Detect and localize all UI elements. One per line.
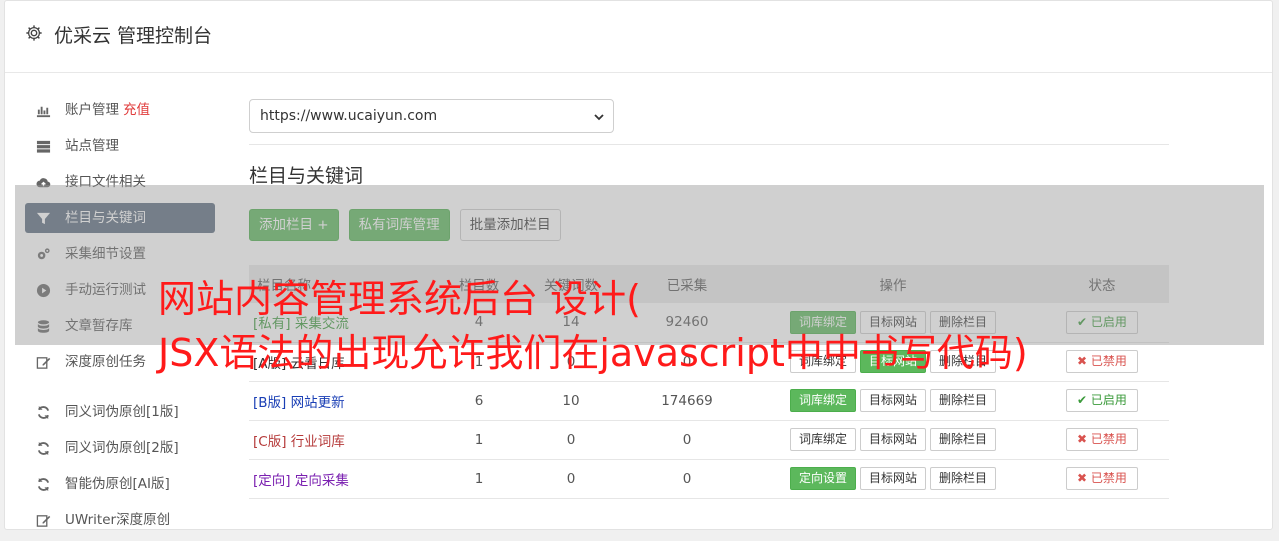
refresh-icon <box>37 477 50 492</box>
sidebar-item-uwriter[interactable]: UWriter深度原创 <box>25 505 215 535</box>
check-icon: ✔ <box>1077 393 1091 407</box>
column-count: 1 <box>439 459 519 499</box>
column-name-cell[interactable]: [定向] 定向采集 <box>249 459 439 499</box>
target-site-button[interactable]: 目标网站 <box>859 467 926 490</box>
actions-cell: 词库绑定 目标网站 删除栏目 <box>751 381 1035 421</box>
collected-count: 174669 <box>623 381 751 421</box>
sidebar-item-label: 站点管理 <box>65 138 119 154</box>
site-select[interactable]: https://www.ucaiyun.com <box>249 99 614 133</box>
bind-lib-button[interactable]: 词库绑定 <box>789 389 856 412</box>
recharge-link[interactable]: 充值 <box>123 102 150 118</box>
section-title: 栏目与关键词 <box>249 165 364 187</box>
sidebar-item-label: 智能伪原创[AI版] <box>65 476 170 492</box>
target-site-button[interactable]: 目标网站 <box>859 389 926 412</box>
sidebar-item-sites[interactable]: 站点管理 <box>25 131 215 161</box>
status-cell: ✔ 已启用 <box>1035 381 1169 421</box>
column-name: 行业词库 <box>290 433 345 450</box>
keyword-count[interactable]: 0 <box>519 420 623 460</box>
sidebar-item-ai-rewrite[interactable]: 智能伪原创[AI版] <box>25 469 215 499</box>
gear-icon <box>26 25 42 41</box>
sidebar-item-label: UWriter深度原创 <box>65 512 171 528</box>
column-name-cell[interactable]: [C版] 行业词库 <box>249 420 439 460</box>
target-site-button[interactable]: 目标网站 <box>859 428 926 451</box>
sidebar-item-synonym-v2[interactable]: 同义词伪原创[2版] <box>25 433 215 463</box>
bar-chart-icon <box>36 106 51 118</box>
column-tag: [C版] <box>253 433 287 450</box>
overlay-line-2: JSX语法的出现允许我们在javascript中中书写代码) <box>158 331 1028 375</box>
column-count: 6 <box>439 381 519 421</box>
sidebar-item-label: 账户管理 <box>65 102 119 118</box>
actions-cell: 词库绑定 目标网站 删除栏目 <box>751 420 1035 460</box>
sidebar-item-label: 同义词伪原创[2版] <box>65 440 179 456</box>
edit-icon <box>36 515 51 527</box>
collected-count: 0 <box>623 420 751 460</box>
status-label: 已禁用 <box>1090 432 1127 446</box>
status-label: 已禁用 <box>1090 471 1127 485</box>
sidebar-item-label: 同义词伪原创[1版] <box>65 404 179 420</box>
column-name: 网站更新 <box>290 394 345 411</box>
table-row: [C版] 行业词库 1 0 0 词库绑定 目标网站 删除栏目 ✖ 已禁用 <box>249 420 1169 460</box>
bind-lib-button[interactable]: 词库绑定 <box>789 428 856 451</box>
collected-count: 0 <box>623 459 751 499</box>
column-count: 1 <box>439 420 519 460</box>
chevron-down-icon <box>594 114 604 121</box>
status-cell: ✖ 已禁用 <box>1035 459 1169 499</box>
delete-column-button[interactable]: 删除栏目 <box>930 389 997 412</box>
table-row: [B版] 网站更新 6 10 174669 词库绑定 目标网站 删除栏目 ✔ 已启用 <box>249 381 1169 421</box>
actions-cell: 定向设置 目标网站 删除栏目 <box>751 459 1035 499</box>
cross-icon: ✖ <box>1077 471 1091 485</box>
column-tag: [定向] <box>253 472 291 489</box>
sidebar-item-account[interactable]: 账户管理 充值 <box>25 95 215 125</box>
refresh-icon <box>37 441 50 456</box>
table-row: [定向] 定向采集 1 0 0 定向设置 目标网站 删除栏目 ✖ 已禁用 <box>249 459 1169 499</box>
status-toggle[interactable]: ✖ 已禁用 <box>1066 428 1138 451</box>
nav-divider <box>25 383 215 397</box>
keyword-count[interactable]: 0 <box>519 459 623 499</box>
column-name-cell[interactable]: [B版] 网站更新 <box>249 381 439 421</box>
column-name: 定向采集 <box>294 472 349 489</box>
divider <box>249 144 1169 145</box>
server-icon <box>36 140 51 153</box>
overlay-line-1: 网站内容管理系统后台 设计( <box>158 277 641 321</box>
keyword-count[interactable]: 10 <box>519 381 623 421</box>
delete-column-button[interactable]: 删除栏目 <box>930 428 997 451</box>
edit-icon <box>36 357 51 369</box>
site-select-value: https://www.ucaiyun.com <box>260 108 438 124</box>
refresh-icon <box>37 405 50 420</box>
column-tag: [B版] <box>253 394 287 411</box>
delete-column-button[interactable]: 删除栏目 <box>930 467 997 490</box>
status-toggle[interactable]: ✔ 已启用 <box>1066 389 1138 412</box>
cross-icon: ✖ <box>1077 432 1091 446</box>
panel-header: 优采云 管理控制台 <box>5 1 1272 73</box>
page-title: 优采云 管理控制台 <box>54 25 213 47</box>
status-toggle[interactable]: ✖ 已禁用 <box>1066 467 1138 490</box>
sidebar-item-synonym-v1[interactable]: 同义词伪原创[1版] <box>25 397 215 427</box>
sidebar-item-label: 深度原创任务 <box>65 354 146 370</box>
main-content: https://www.ucaiyun.com 栏目与关键词 添加栏目 + 私有词… <box>249 99 1169 499</box>
bind-lib-button[interactable]: 定向设置 <box>789 467 856 490</box>
status-cell: ✖ 已禁用 <box>1035 420 1169 460</box>
status-label: 已启用 <box>1090 393 1127 407</box>
overlay-caption: 网站内容管理系统后台 设计( JSX语法的出现允许我们在javascript中中… <box>158 272 1158 380</box>
